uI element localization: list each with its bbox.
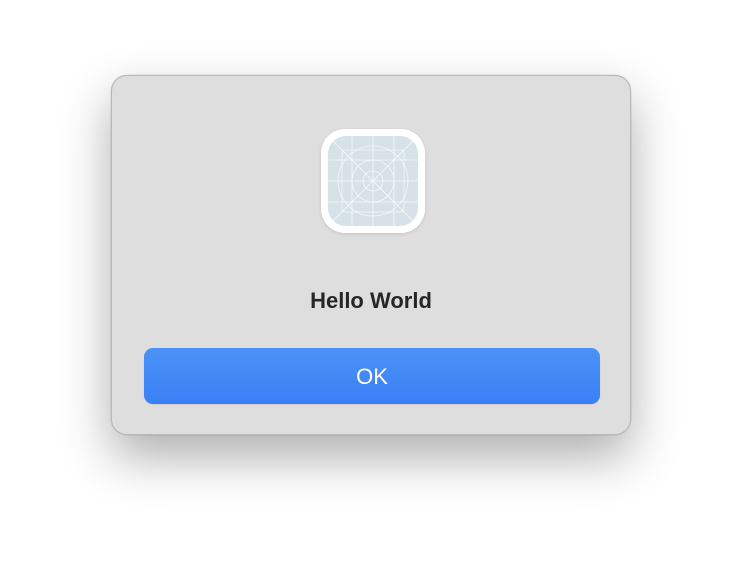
screen: Hello World OK <box>0 0 744 584</box>
alert-dialog: Hello World OK <box>111 75 631 435</box>
app-icon-grid <box>328 136 418 226</box>
app-icon-template-graphic <box>328 136 418 226</box>
generic-app-icon <box>321 129 425 233</box>
dialog-title: Hello World <box>310 288 432 313</box>
ok-button[interactable]: OK <box>144 348 600 404</box>
